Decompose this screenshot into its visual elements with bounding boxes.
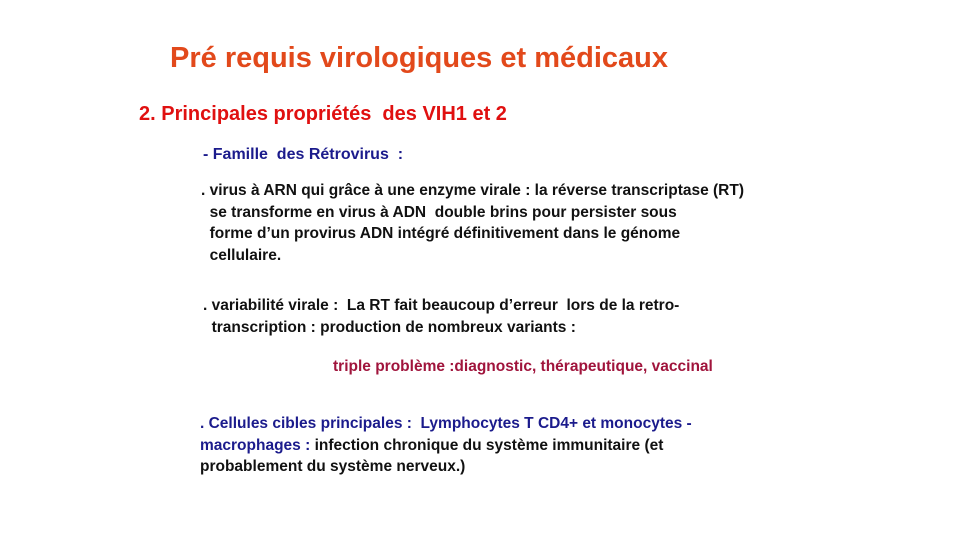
- section-subtitle: 2. Principales propriétés des VIH1 et 2: [139, 103, 507, 125]
- text-line: . virus à ARN qui grâce à une enzyme vir…: [201, 182, 745, 199]
- text-line: transcription : production de nombreux v…: [203, 318, 576, 336]
- paragraph-variability: . variabilité virale : La RT fait beauco…: [203, 295, 679, 338]
- family-heading: - Famille des Rétrovirus :: [203, 146, 404, 163]
- macrophages-label: macrophages :: [200, 436, 311, 454]
- slide-title: Pré requis virologiques et médicaux: [170, 42, 668, 74]
- text-line: . variabilité virale : La RT fait beauco…: [203, 297, 680, 314]
- infection-text: infection chronique du système immunitai…: [310, 436, 664, 454]
- paragraph-target-cells: . Cellules cibles principales : Lymphocy…: [200, 413, 692, 478]
- text-line: macrophages : infection chronique du sys…: [200, 435, 692, 457]
- text-line: probablement du système nerveux.): [200, 458, 466, 475]
- slide: Pré requis virologiques et médicaux 2. P…: [0, 0, 960, 540]
- paragraph-rna-virus: . virus à ARN qui grâce à une enzyme vir…: [201, 180, 744, 266]
- triple-problem-text: triple problème :diagnostic, thérapeutiq…: [333, 358, 713, 375]
- text-line: forme d’un provirus ADN intégré définiti…: [201, 225, 681, 242]
- text-line: se transforme en virus à ADN double brin…: [201, 203, 677, 221]
- text-line: cellulaire.: [201, 246, 282, 264]
- text-line: . Cellules cibles principales : Lymphocy…: [200, 415, 692, 432]
